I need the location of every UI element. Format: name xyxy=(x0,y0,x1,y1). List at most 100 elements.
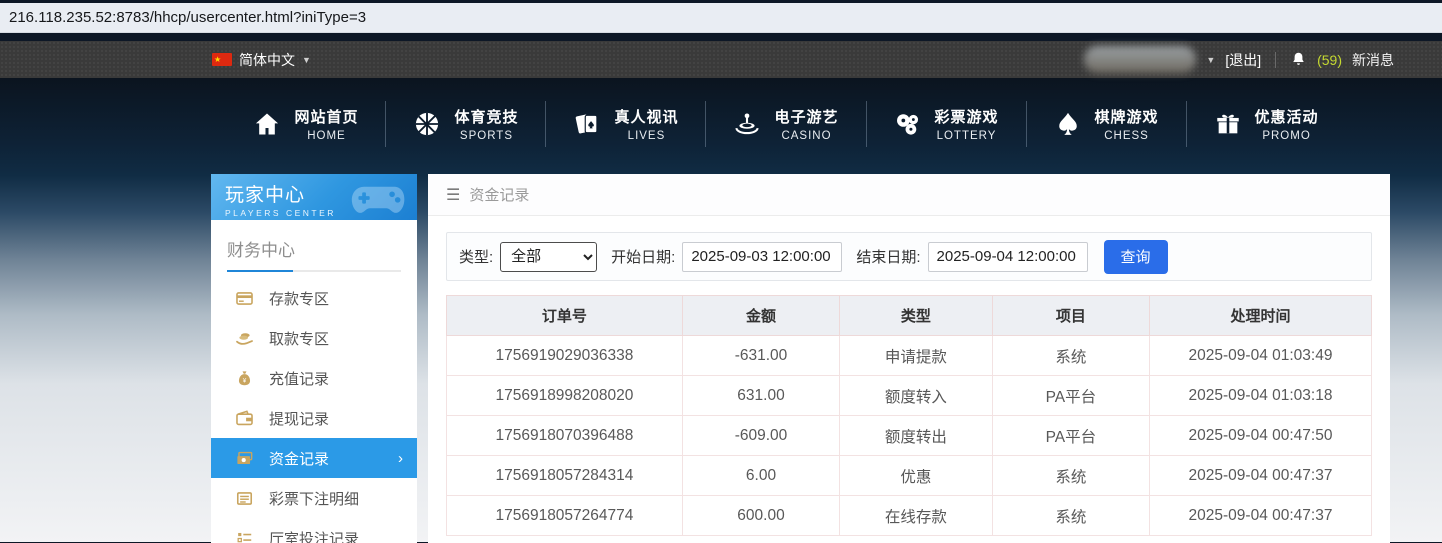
nav-item-sports[interactable]: 体育竞技 SPORTS xyxy=(386,106,545,142)
cell-type: 额度转入 xyxy=(840,376,993,416)
table-row: 1756918057284314 6.00 优惠 系统 2025-09-04 0… xyxy=(447,456,1372,496)
sidebar-item-funds-records[interactable]: 资金记录› xyxy=(211,438,417,478)
main-nav: 网站首页 HOME 体育竞技 SPORTS 真人视讯 LI xyxy=(0,78,1442,170)
bell-icon[interactable] xyxy=(1290,51,1307,68)
sidebar-item-recharge-records[interactable]: ¥ 充值记录› xyxy=(211,358,417,398)
chevron-down-icon: ▼ xyxy=(302,55,311,65)
cell-order-no: 1756918057284314 xyxy=(447,456,683,496)
end-date-input[interactable] xyxy=(928,242,1088,272)
cell-type: 在线存款 xyxy=(840,496,993,536)
sidebar-item-lottery-bet-details[interactable]: 彩票下注明细› xyxy=(211,478,417,518)
logout-link[interactable]: [退出] xyxy=(1225,50,1261,70)
type-select[interactable]: 全部 xyxy=(500,242,597,272)
browser-address-bar[interactable]: 216.118.235.52:8783/hhcp/usercenter.html… xyxy=(0,3,1442,33)
deposit-card-icon xyxy=(235,289,254,308)
sidebar-item-label: 提现记录 xyxy=(269,408,329,429)
main-panel: ☰ 资金记录 类型: 全部 开始日期: 结束日期: 查询 订单号 xyxy=(428,174,1390,543)
basketball-icon xyxy=(413,110,441,138)
page-url[interactable]: 216.118.235.52:8783/hhcp/usercenter.html… xyxy=(9,9,366,26)
sidebar-item-hall-bet-records[interactable]: 厅室投注记录› xyxy=(211,518,417,543)
sidebar-header: 玩家中心 PLAYERS CENTER xyxy=(211,174,417,220)
section-underline xyxy=(227,270,401,272)
col-project: 项目 xyxy=(992,296,1149,336)
nav-lives-zh: 真人视讯 xyxy=(614,106,678,127)
sidebar-item-label: 取款专区 xyxy=(269,328,329,349)
nav-item-casino[interactable]: 电子游艺 CASINO xyxy=(706,106,865,142)
cell-process-time: 2025-09-04 01:03:49 xyxy=(1150,336,1372,376)
nav-item-home[interactable]: 网站首页 HOME xyxy=(226,106,385,142)
account-topbar: ★ 简体中文 ▼ ▼ [退出] (59) 新消息 xyxy=(0,41,1442,78)
cell-project: PA平台 xyxy=(992,416,1149,456)
language-label: 简体中文 xyxy=(239,50,295,70)
nav-item-chess[interactable]: 棋牌游戏 CHESS xyxy=(1027,106,1186,142)
cell-amount: 600.00 xyxy=(682,496,839,536)
nav-sports-en: SPORTS xyxy=(454,130,518,142)
cell-project: 系统 xyxy=(992,496,1149,536)
nav-promo-zh: 优惠活动 xyxy=(1255,106,1319,127)
cell-project: 系统 xyxy=(992,456,1149,496)
nav-lottery-en: LOTTERY xyxy=(935,130,999,142)
table-row: 1756918070396488 -609.00 额度转出 PA平台 2025-… xyxy=(447,416,1372,456)
sidebar-item-label: 彩票下注明细 xyxy=(269,488,359,509)
sidebar-item-label: 充值记录 xyxy=(269,368,329,389)
nav-chess-en: CHESS xyxy=(1095,130,1159,142)
nav-item-promo[interactable]: 优惠活动 PROMO xyxy=(1187,106,1346,142)
new-messages-link[interactable]: 新消息 xyxy=(1352,50,1394,70)
col-order-no: 订单号 xyxy=(447,296,683,336)
message-count-badge[interactable]: (59) xyxy=(1317,52,1342,68)
filter-bar: 类型: 全部 开始日期: 结束日期: 查询 xyxy=(446,232,1372,281)
cell-amount: 631.00 xyxy=(682,376,839,416)
language-selector[interactable]: ★ 简体中文 ▼ xyxy=(212,50,311,70)
cell-amount: -631.00 xyxy=(682,336,839,376)
cell-order-no: 1756918070396488 xyxy=(447,416,683,456)
nav-lives-en: LIVES xyxy=(614,130,678,142)
sidebar-item-withdrawal-records[interactable]: 提现记录› xyxy=(211,398,417,438)
nav-home-zh: 网站首页 xyxy=(294,106,358,127)
lottery-balls-icon xyxy=(894,110,922,138)
col-type: 类型 xyxy=(840,296,993,336)
page-background: 网站首页 HOME 体育竞技 SPORTS 真人视讯 LI xyxy=(0,78,1442,542)
document-icon xyxy=(235,489,254,508)
start-date-input[interactable] xyxy=(682,242,842,272)
banknotes-icon xyxy=(235,449,254,468)
cell-process-time: 2025-09-04 00:47:50 xyxy=(1150,416,1372,456)
sidebar-item-withdraw-zone[interactable]: 取款专区› xyxy=(211,318,417,358)
sidebar: 玩家中心 PLAYERS CENTER 财务中心 存款专区› 取款专区› xyxy=(211,174,417,543)
divider xyxy=(1275,52,1276,68)
table-row: 1756918057264774 600.00 在线存款 系统 2025-09-… xyxy=(447,496,1372,536)
sidebar-item-deposit-zone[interactable]: 存款专区› xyxy=(211,278,417,318)
cell-order-no: 1756918998208020 xyxy=(447,376,683,416)
sidebar-section-title: 财务中心 xyxy=(211,220,417,270)
search-button[interactable]: 查询 xyxy=(1104,240,1168,274)
nav-home-en: HOME xyxy=(294,130,358,142)
cell-type: 额度转出 xyxy=(840,416,993,456)
breadcrumb-title: 资金记录 xyxy=(469,184,529,205)
list-icon xyxy=(235,529,254,543)
cell-order-no: 1756919029036338 xyxy=(447,336,683,376)
china-flag-icon: ★ xyxy=(212,53,232,66)
user-chevron-down-icon[interactable]: ▼ xyxy=(1206,55,1215,65)
sidebar-item-label: 厅室投注记录 xyxy=(269,528,359,543)
spade-icon xyxy=(1054,110,1082,138)
cell-type: 申请提款 xyxy=(840,336,993,376)
hamburger-icon: ☰ xyxy=(446,185,460,205)
nav-item-lottery[interactable]: 彩票游戏 LOTTERY xyxy=(867,106,1026,142)
cell-order-no: 1756918057264774 xyxy=(447,496,683,536)
sidebar-item-label: 存款专区 xyxy=(269,288,329,309)
gift-icon xyxy=(1214,110,1242,138)
funds-record-table: 订单号 金额 类型 项目 处理时间 1756919029036338 -631.… xyxy=(446,295,1372,536)
cell-process-time: 2025-09-04 00:47:37 xyxy=(1150,456,1372,496)
cell-process-time: 2025-09-04 00:47:37 xyxy=(1150,496,1372,536)
money-bag-icon: ¥ xyxy=(235,369,254,388)
username-redacted[interactable] xyxy=(1084,46,1196,73)
gamepad-watermark-icon xyxy=(351,180,407,216)
nav-item-lives[interactable]: 真人视讯 LIVES xyxy=(546,106,705,142)
col-amount: 金额 xyxy=(682,296,839,336)
nav-chess-zh: 棋牌游戏 xyxy=(1095,106,1159,127)
col-process-time: 处理时间 xyxy=(1150,296,1372,336)
hand-money-icon xyxy=(235,329,254,348)
nav-sports-zh: 体育竞技 xyxy=(454,106,518,127)
nav-promo-en: PROMO xyxy=(1255,130,1319,142)
wallet-icon xyxy=(235,409,254,428)
cell-amount: -609.00 xyxy=(682,416,839,456)
